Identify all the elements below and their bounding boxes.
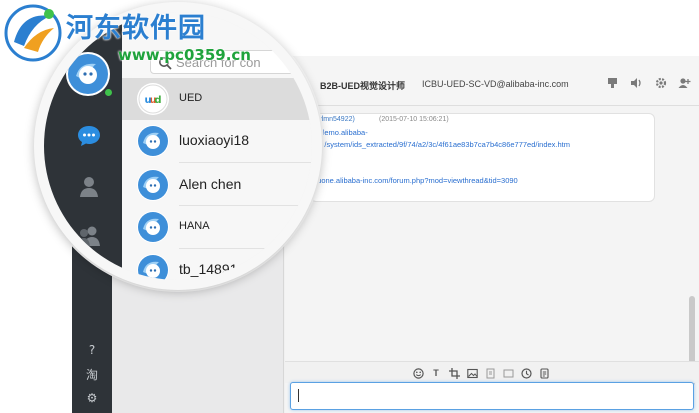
message-link-line[interactable]: //demo.alibaba- bbox=[316, 128, 368, 137]
message-link-line[interactable]: om/system/ids_extracted/9f/74/a2/3c/4f61… bbox=[314, 140, 570, 149]
text-caret bbox=[298, 389, 299, 402]
contact-item-luoxiaoyi18[interactable]: luoxiaoyi18 bbox=[122, 120, 312, 162]
user-avatar-icon bbox=[137, 211, 169, 243]
add-member-icon[interactable] bbox=[678, 76, 691, 89]
crop-icon[interactable] bbox=[448, 367, 460, 379]
svg-text:u: u bbox=[144, 95, 151, 106]
contact-item-alen-chen[interactable]: Alen chen bbox=[122, 164, 312, 206]
chat-email: ICBU-UED-SC-VD@alibaba-inc.com bbox=[422, 79, 569, 89]
volume-icon[interactable] bbox=[630, 76, 643, 89]
profile-avatar[interactable] bbox=[66, 52, 110, 96]
user-avatar-icon bbox=[137, 254, 169, 280]
contact-item-tb-1489148[interactable]: tb_1489148 bbox=[122, 249, 312, 280]
pin-icon[interactable] bbox=[606, 76, 619, 89]
contact-name: tb_1489148 bbox=[179, 261, 253, 277]
group-icon[interactable] bbox=[77, 224, 101, 248]
taobao-icon[interactable]: 淘 bbox=[83, 365, 101, 383]
message-bubble bbox=[310, 113, 655, 202]
contact-icon[interactable] bbox=[77, 175, 101, 199]
contact-item-hana[interactable]: HANA bbox=[122, 206, 312, 248]
chat-header: B2B-UED视觉设计师 ICBU-UED-SC-VD@alibaba-inc.… bbox=[285, 56, 699, 106]
contact-item-ued[interactable]: u u d UED bbox=[122, 78, 312, 120]
user-avatar-icon bbox=[137, 169, 169, 201]
contact-name: UED bbox=[179, 92, 203, 104]
emoji-icon[interactable] bbox=[412, 367, 424, 379]
message-time: (2015-07-10 15:06:21) bbox=[379, 116, 449, 123]
divider bbox=[179, 162, 312, 163]
online-status-badge bbox=[104, 88, 113, 97]
watermark-logo-icon bbox=[4, 4, 62, 62]
chat-panel: B2B-UED视觉设计师 ICBU-UED-SC-VD@alibaba-inc.… bbox=[285, 56, 699, 413]
file-icon[interactable] bbox=[484, 367, 496, 379]
contact-name: luoxiaoyi18 bbox=[179, 132, 250, 148]
message-link[interactable]: //uone.alibaba-inc.com/forum.php?mod=vie… bbox=[313, 176, 518, 185]
screenshot-icon[interactable] bbox=[502, 367, 514, 379]
watermark-title: 河东软件园 bbox=[66, 13, 206, 44]
input-toolbar: T bbox=[285, 361, 699, 383]
settings-icon[interactable]: ⚙ bbox=[83, 389, 101, 407]
nav-bottom-group: ? 淘 ⚙ bbox=[72, 341, 112, 407]
message-input[interactable] bbox=[290, 382, 694, 410]
note-icon[interactable] bbox=[538, 367, 550, 379]
settings-icon[interactable] bbox=[654, 76, 667, 89]
text-format-icon[interactable]: T bbox=[430, 367, 442, 379]
svg-text:d: d bbox=[154, 95, 161, 106]
chat-bubble-icon[interactable] bbox=[77, 124, 101, 148]
contact-name: HANA bbox=[179, 220, 210, 232]
image-icon[interactable] bbox=[466, 367, 478, 379]
contact-name: Alen chen bbox=[179, 176, 242, 192]
history-icon[interactable] bbox=[520, 367, 532, 379]
user-avatar-icon bbox=[137, 125, 169, 157]
help-icon[interactable]: ? bbox=[83, 341, 101, 359]
header-icons bbox=[606, 76, 691, 89]
ued-logo-icon: u u d bbox=[137, 83, 169, 115]
watermark-url: www.pc0359.cn bbox=[118, 46, 251, 64]
toolbar-icons: T bbox=[412, 367, 550, 379]
chat-title: B2B-UED视觉设计师 bbox=[320, 81, 406, 91]
